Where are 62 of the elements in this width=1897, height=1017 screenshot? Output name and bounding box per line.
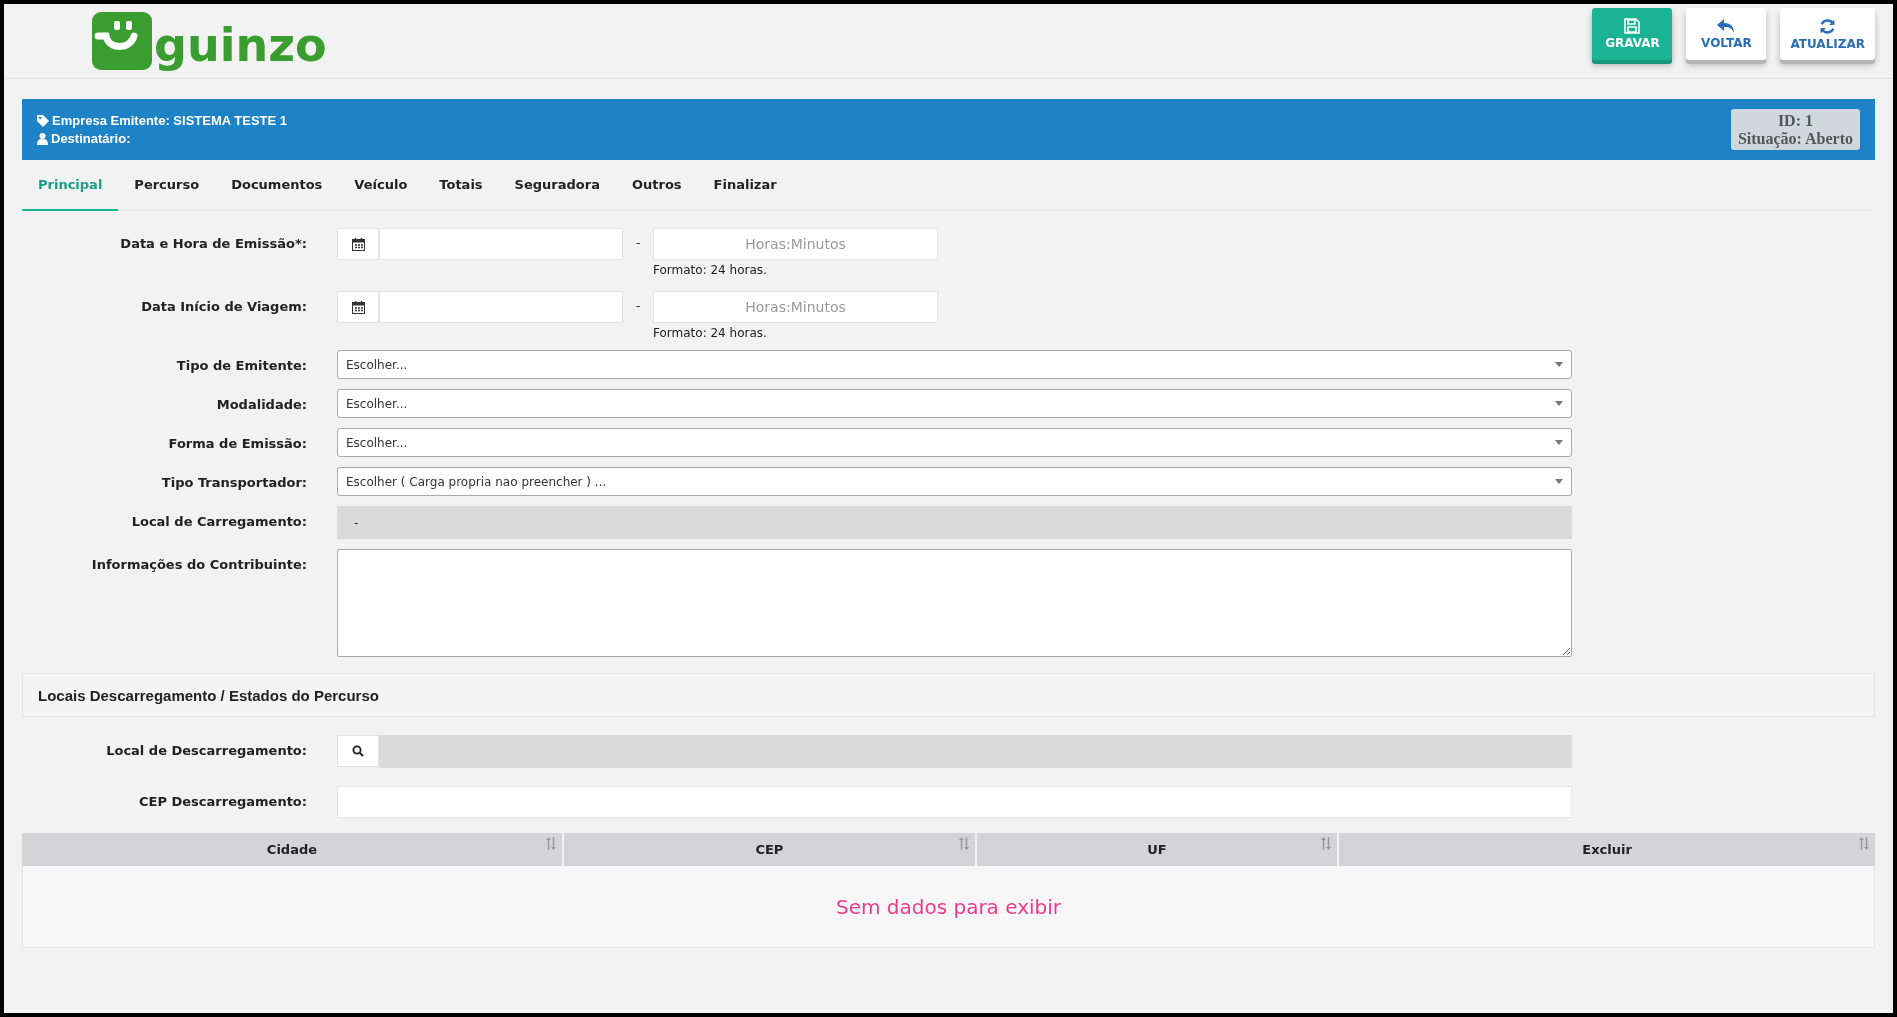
- dropdown-caret-icon: [1555, 479, 1563, 484]
- format-hint: Formato: 24 horas.: [653, 326, 768, 340]
- section-title: Locais Descarregamento / Estados do Percurso: [22, 673, 1875, 717]
- field-label: Tipo de Emitente:: [175, 357, 307, 373]
- field-label: Local de Descarregamento:: [105, 742, 307, 758]
- logo-text: guinzo: [154, 22, 327, 70]
- sort-icon: [1321, 837, 1332, 850]
- dropdown-caret-icon: [1555, 362, 1563, 367]
- text-area[interactable]: [337, 549, 1572, 657]
- calendar-button[interactable]: [337, 291, 379, 323]
- column-header[interactable]: UF: [976, 833, 1338, 866]
- empty-message: Sem dados para exibir: [835, 894, 1062, 919]
- back-arrow-icon: [1716, 18, 1737, 34]
- field-label: Tipo Transportador:: [160, 474, 307, 490]
- user-icon: [37, 132, 48, 145]
- field-label: CEP Descarregamento:: [138, 793, 307, 809]
- search-icon: [352, 745, 364, 757]
- dropdown[interactable]: Escolher...: [337, 428, 1572, 457]
- refresh-icon: [1819, 17, 1837, 35]
- dropdown[interactable]: Escolher...: [337, 389, 1572, 418]
- calendar-button[interactable]: [337, 228, 379, 260]
- tab[interactable]: Percurso: [118, 160, 216, 211]
- date-field[interactable]: [379, 291, 623, 323]
- column-header[interactable]: CEP: [563, 833, 975, 866]
- field-label: Forma de Emissão:: [167, 435, 307, 451]
- date-field[interactable]: [379, 228, 623, 260]
- logo-icon: [92, 12, 152, 70]
- sort-icon: [545, 837, 556, 850]
- dropdown[interactable]: Escolher...: [337, 350, 1572, 379]
- readonly-field: -: [337, 506, 1572, 539]
- calendar-icon: [351, 300, 365, 314]
- format-hint: Formato: 24 horas.: [653, 263, 768, 277]
- tab[interactable]: Documentos: [215, 160, 339, 211]
- recipient-text: Destinatário:: [51, 131, 131, 146]
- field-label: Informações do Contribuinte:: [90, 556, 307, 572]
- tab[interactable]: Totais: [423, 160, 499, 211]
- save-icon: [1624, 18, 1641, 34]
- dropdown[interactable]: Escolher ( Carga propria nao preencher ) ...: [337, 467, 1572, 496]
- search-button[interactable]: [337, 735, 379, 767]
- column-header[interactable]: Excluir: [1339, 833, 1875, 866]
- field-label: Local de Carregamento:: [130, 513, 307, 529]
- field-label: Data Início de Viagem:: [140, 298, 307, 314]
- time-field[interactable]: Horas:Minutos: [653, 228, 938, 260]
- field-label: Data e Hora de Emissão*:: [119, 235, 307, 251]
- calendar-icon: [351, 237, 365, 251]
- issuer-text: Empresa Emitente: SISTEMA TESTE 1: [52, 113, 288, 128]
- time-field[interactable]: Horas:Minutos: [653, 291, 938, 323]
- field-label: Modalidade:: [215, 396, 307, 412]
- tab[interactable]: Veículo: [338, 160, 424, 211]
- dropdown-caret-icon: [1555, 401, 1563, 406]
- tab[interactable]: Seguradora: [498, 160, 616, 211]
- tab[interactable]: Outros: [615, 160, 698, 211]
- separator-text: -: [634, 234, 642, 250]
- status-badge: ID: 1 Situação: Aberto: [1730, 108, 1860, 151]
- separator-text: -: [634, 297, 642, 313]
- dropdown-caret-icon: [1555, 440, 1563, 445]
- column-header[interactable]: Cidade: [22, 833, 562, 866]
- sort-icon: [958, 837, 969, 850]
- tab[interactable]: Finalizar: [697, 160, 793, 211]
- tag-icon: [37, 114, 49, 127]
- input-field[interactable]: [337, 786, 1572, 818]
- sort-icon: [1859, 837, 1869, 850]
